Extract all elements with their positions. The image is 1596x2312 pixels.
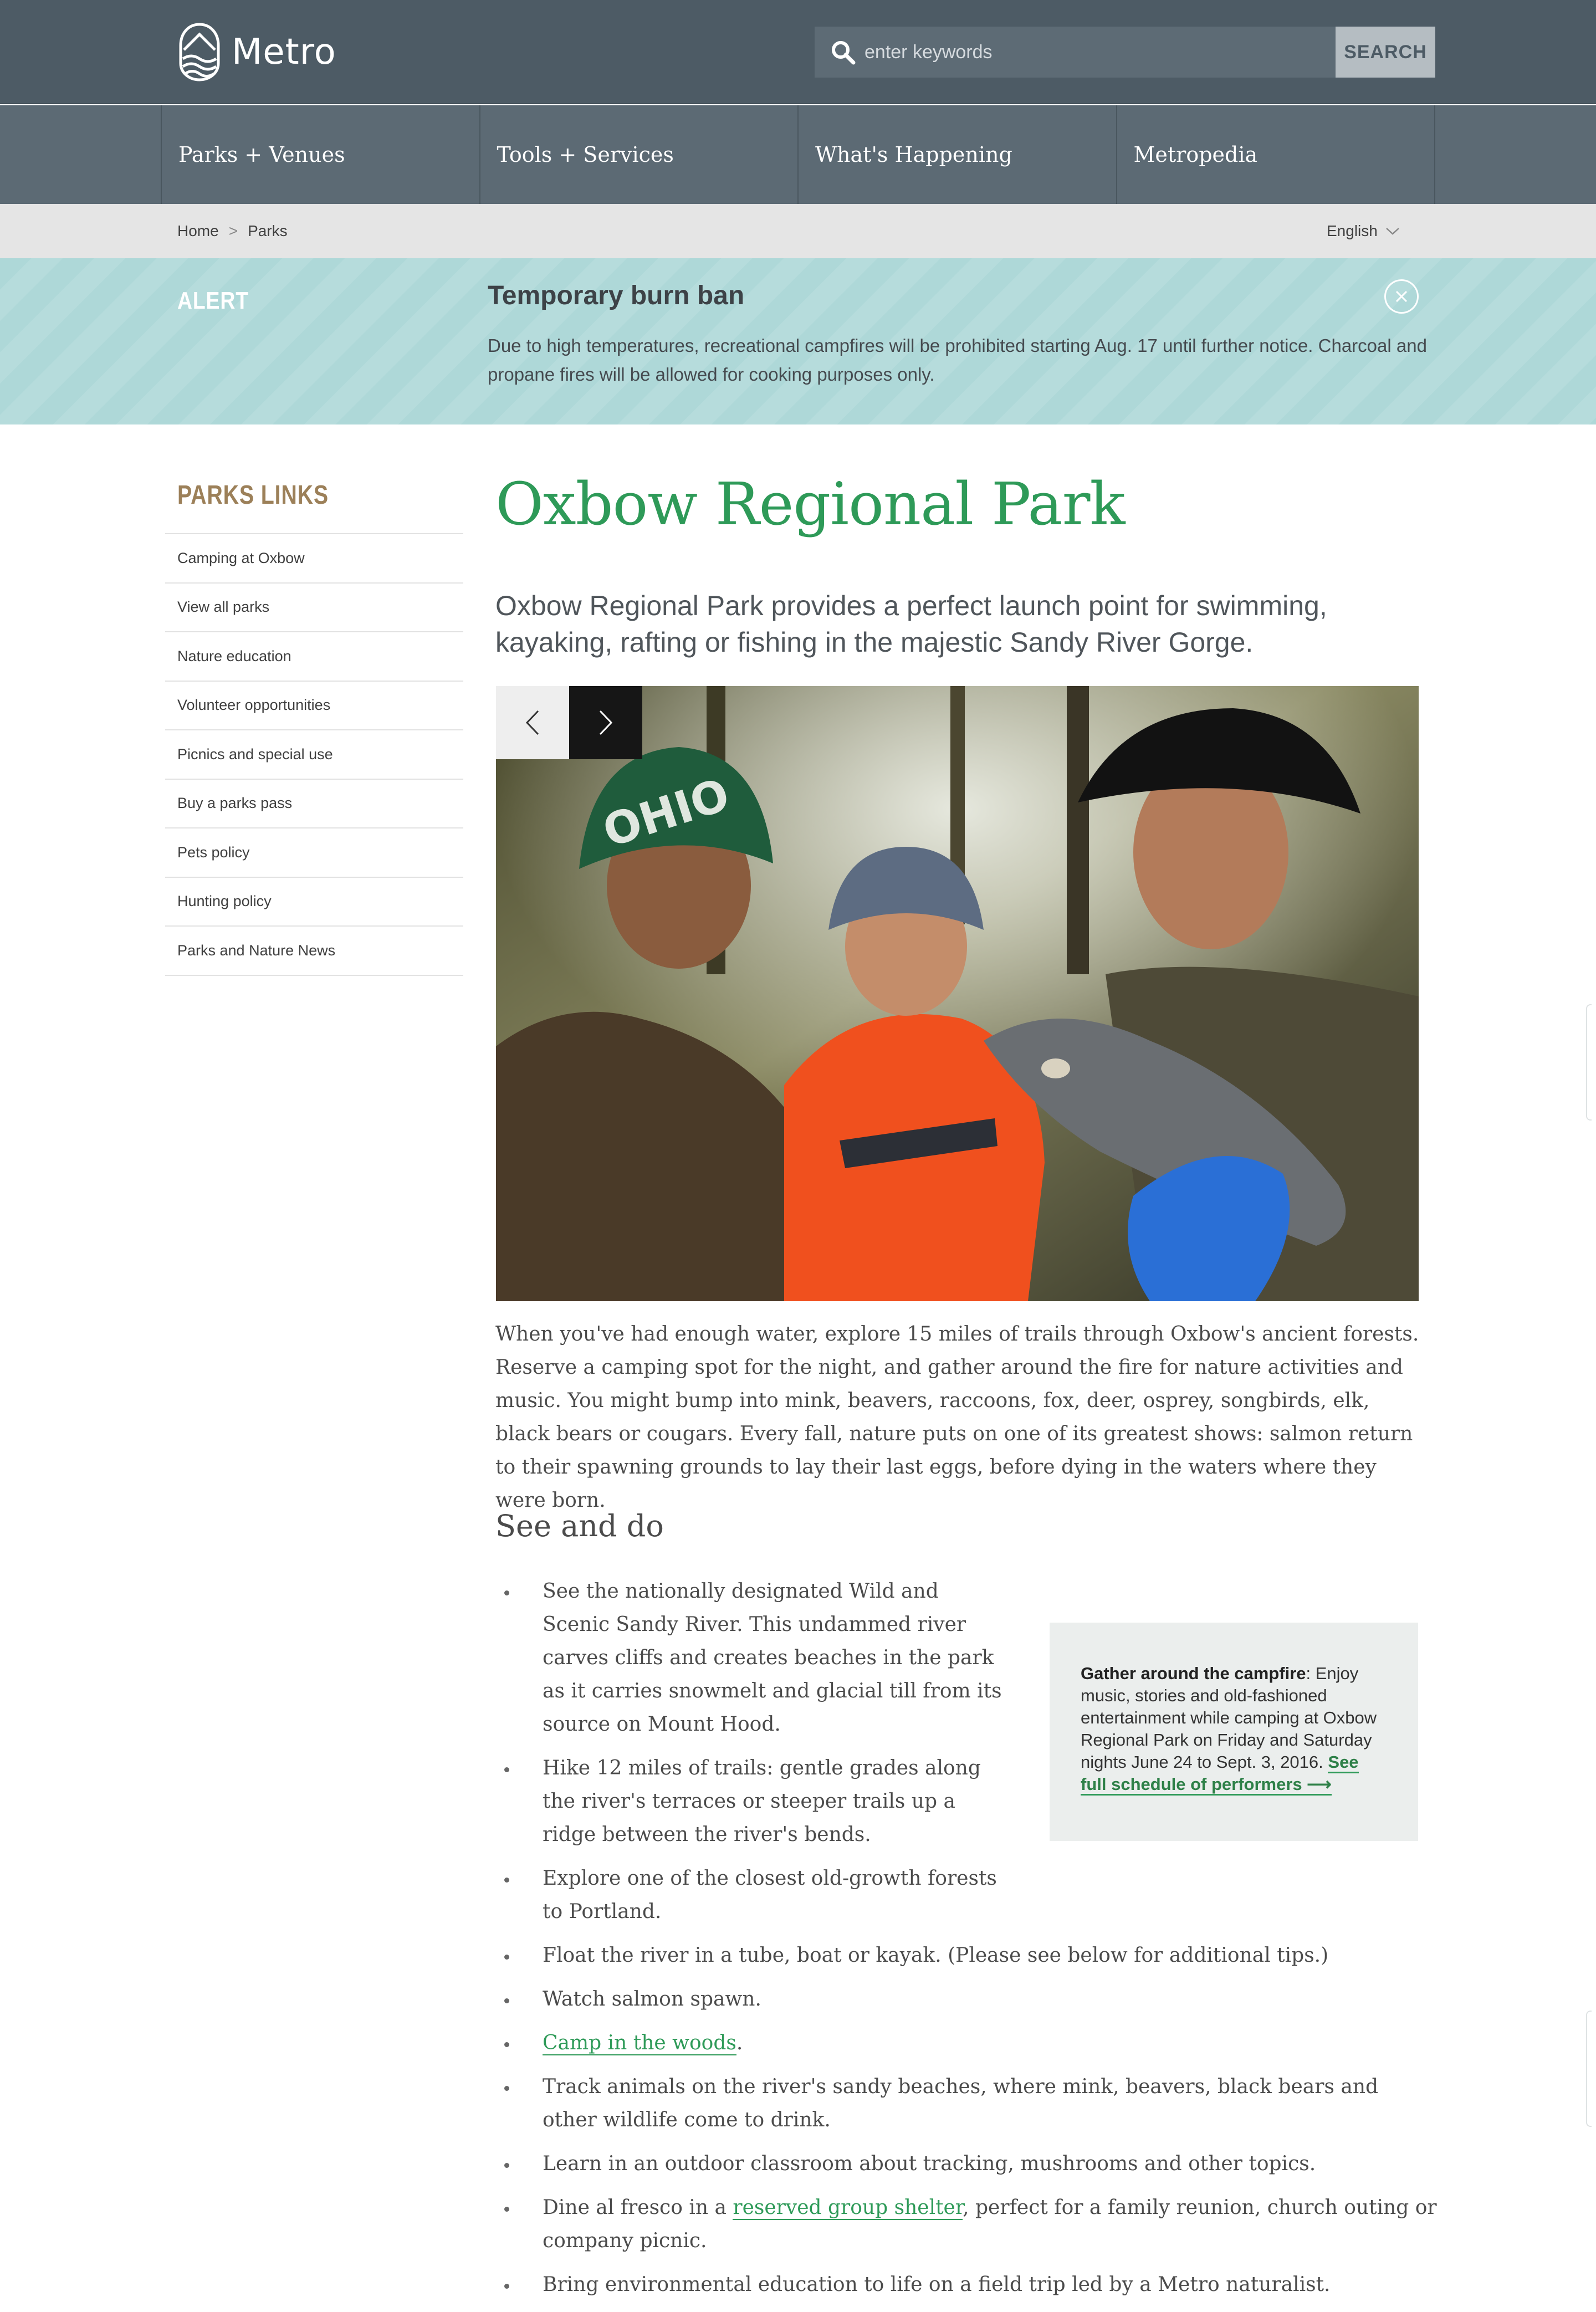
list-item-text: . bbox=[736, 2032, 743, 2054]
sidebar-item-picnics[interactable]: Picnics and special use bbox=[165, 730, 463, 780]
carousel-prev-button[interactable] bbox=[496, 686, 569, 759]
breadcrumb-separator: > bbox=[228, 222, 238, 239]
camp-in-the-woods-link[interactable]: Camp in the woods bbox=[543, 2032, 736, 2055]
alert-label: ALERT bbox=[177, 287, 249, 314]
metro-logo[interactable]: Metro bbox=[177, 22, 336, 82]
close-icon bbox=[1395, 290, 1408, 303]
alert-body: Due to high temperatures, recreational c… bbox=[488, 335, 1427, 385]
breadcrumb: Home > Parks bbox=[177, 204, 288, 258]
search-button[interactable]: SEARCH bbox=[1336, 27, 1435, 78]
list-item: Learn in an outdoor classroom about trac… bbox=[495, 2147, 1438, 2181]
list-item: Bring environmental education to life on… bbox=[495, 2268, 1438, 2301]
breadcrumb-bar: Home > Parks English bbox=[0, 204, 1596, 258]
language-label: English bbox=[1327, 222, 1378, 239]
nav-item-tools-services[interactable]: Tools + Services bbox=[480, 105, 799, 204]
sidebar-links: Camping at Oxbow View all parks Nature e… bbox=[165, 533, 463, 976]
scroll-indicator bbox=[1586, 2011, 1592, 2127]
sidebar-item-news[interactable]: Parks and Nature News bbox=[165, 927, 463, 976]
alert-banner: ALERT Temporary burn ban Due to high tem… bbox=[0, 258, 1596, 424]
photo-carousel: OHIO bbox=[496, 686, 1419, 1301]
site-header: Metro SEARCH bbox=[0, 0, 1596, 104]
sidebar-item-parks-pass[interactable]: Buy a parks pass bbox=[165, 780, 463, 828]
list-item: Watch salmon spawn. bbox=[495, 1983, 1438, 2016]
reserved-group-shelter-link[interactable]: reserved group shelter bbox=[733, 2196, 963, 2220]
list-item: Track animals on the river's sandy beach… bbox=[495, 2070, 1438, 2137]
sidebar-item-view-all-parks[interactable]: View all parks bbox=[165, 584, 463, 632]
breadcrumb-home[interactable]: Home bbox=[177, 222, 219, 240]
list-item: Dine al fresco in a reserved group shelt… bbox=[495, 2191, 1438, 2258]
chevron-down-icon bbox=[1386, 228, 1399, 235]
breadcrumb-parks[interactable]: Parks bbox=[248, 222, 288, 240]
alert-title: Temporary burn ban bbox=[488, 281, 745, 310]
carousel-photo: OHIO bbox=[496, 686, 1419, 1301]
list-item: Float the river in a tube, boat or kayak… bbox=[495, 1939, 1438, 1972]
section-heading-see-and-do: See and do bbox=[495, 1508, 664, 1543]
search-icon bbox=[832, 41, 856, 65]
nav-item-whats-happening[interactable]: What's Happening bbox=[799, 105, 1117, 204]
metro-logo-icon bbox=[179, 23, 220, 81]
list-item: See the nationally designated Wild and S… bbox=[495, 1575, 1005, 1741]
nav-item-parks-venues[interactable]: Parks + Venues bbox=[162, 105, 480, 204]
carousel-next-button[interactable] bbox=[569, 686, 642, 759]
sidebar-title: PARKS LINKS bbox=[177, 480, 329, 510]
list-item: Explore one of the closest old-growth fo… bbox=[495, 1862, 1005, 1929]
nav-item-metropedia[interactable]: Metropedia bbox=[1117, 105, 1435, 204]
page-title: Oxbow Regional Park bbox=[495, 470, 1126, 538]
alert-close-button[interactable] bbox=[1384, 279, 1419, 314]
sidebar-item-volunteer[interactable]: Volunteer opportunities bbox=[165, 682, 463, 730]
chevron-right-icon bbox=[599, 710, 613, 735]
body-paragraph: When you've had enough water, explore 15… bbox=[495, 1323, 1419, 1512]
sidebar-item-nature-education[interactable]: Nature education bbox=[165, 632, 463, 682]
search-input[interactable] bbox=[863, 40, 1285, 64]
sidebar-item-hunting-policy[interactable]: Hunting policy bbox=[165, 878, 463, 927]
sidebar-item-pets-policy[interactable]: Pets policy bbox=[165, 828, 463, 878]
list-item-text: Dine al fresco in a bbox=[543, 2196, 733, 2219]
scroll-indicator bbox=[1586, 1004, 1592, 1121]
main-nav: Parks + Venues Tools + Services What's H… bbox=[0, 105, 1596, 204]
search-form: SEARCH bbox=[815, 27, 1435, 78]
logo-text: Metro bbox=[232, 32, 336, 73]
sidebar-item-camping[interactable]: Camping at Oxbow bbox=[165, 534, 463, 584]
callout-lead: Gather around the campfire bbox=[1081, 1664, 1306, 1683]
lead-paragraph: Oxbow Regional Park provides a perfect l… bbox=[495, 590, 1327, 658]
list-item: Hike 12 miles of trails: gentle grades a… bbox=[495, 1752, 1005, 1851]
chevron-left-icon bbox=[525, 710, 539, 735]
campfire-callout: Gather around the campfire: Enjoy music,… bbox=[1050, 1623, 1418, 1841]
search-field[interactable] bbox=[815, 27, 1336, 78]
list-item: Camp in the woods. bbox=[495, 2027, 1438, 2060]
language-select[interactable]: English bbox=[1327, 204, 1400, 258]
